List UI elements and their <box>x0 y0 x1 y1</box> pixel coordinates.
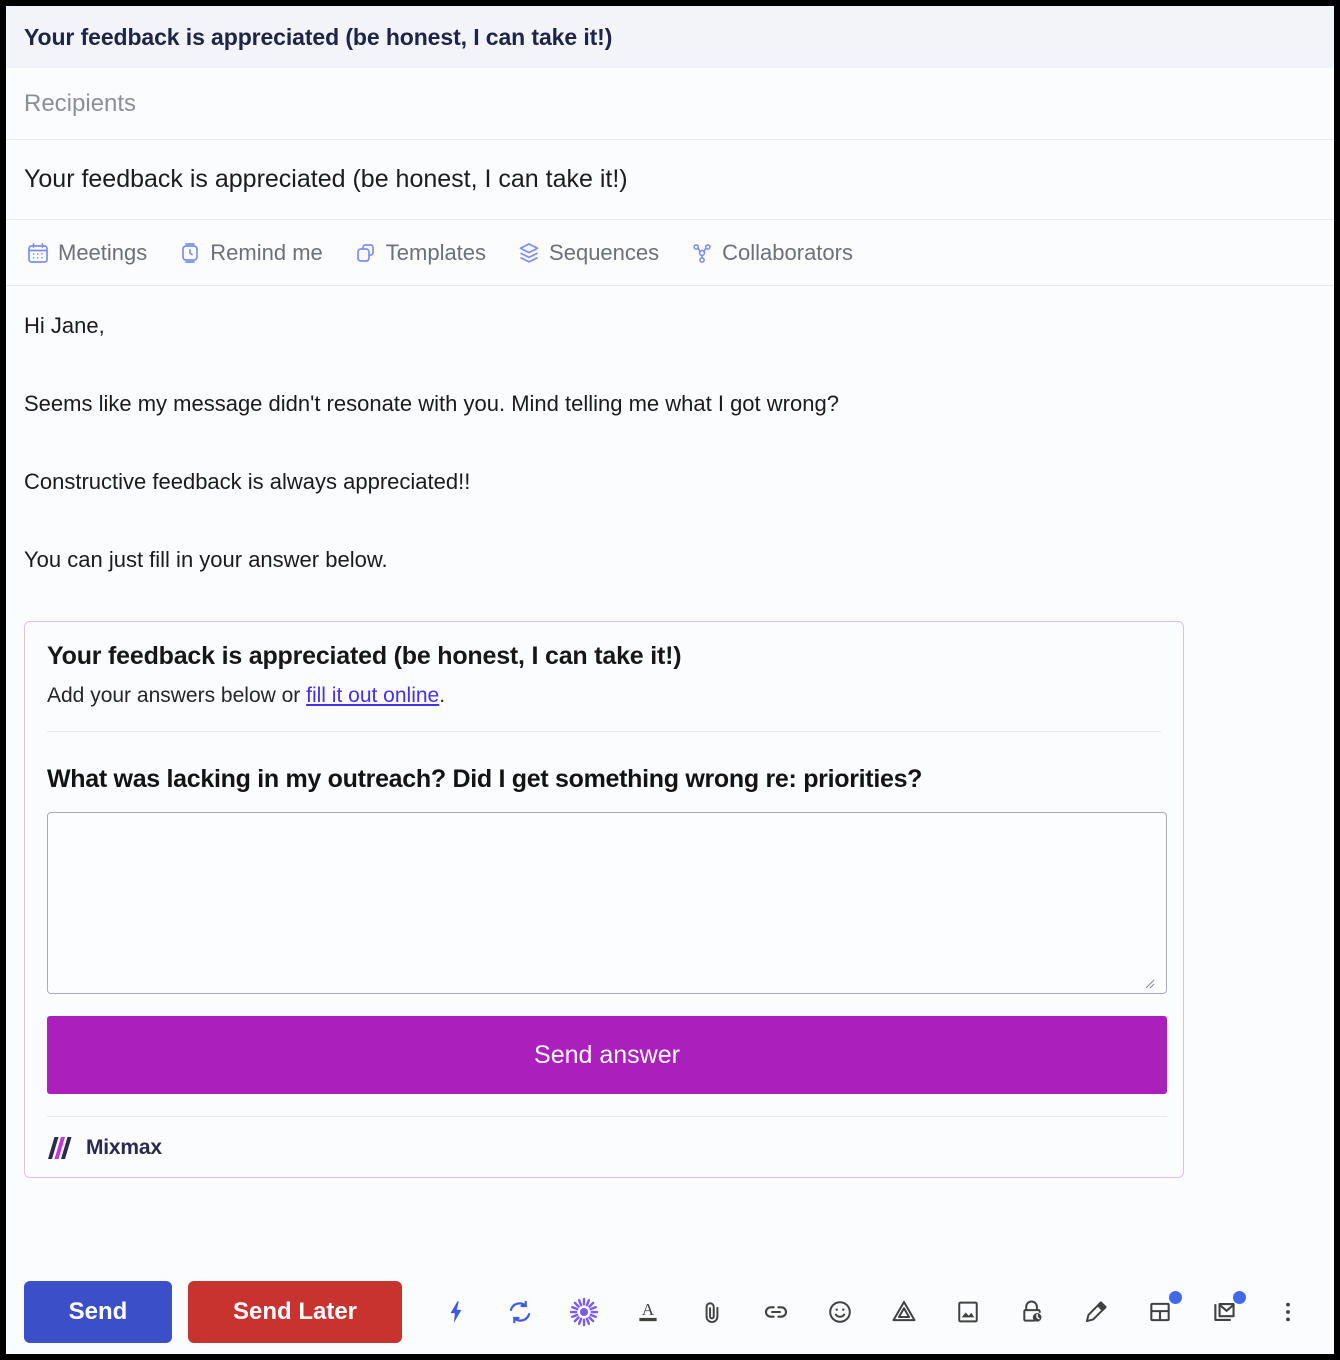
feature-label: Sequences <box>549 239 660 265</box>
mixmax-brand: Mixmax <box>47 1135 1161 1161</box>
notification-badge <box>1169 1291 1182 1304</box>
send-answer-button[interactable]: Send answer <box>47 1016 1167 1094</box>
send-button[interactable]: Send <box>24 1281 172 1343</box>
survey-subtitle: Add your answers below or fill it out on… <box>47 684 1161 708</box>
copy-icon <box>354 241 378 265</box>
survey-title: Your feedback is appreciated (be honest,… <box>47 642 682 670</box>
mixmax-wordmark: Mixmax <box>86 1136 162 1159</box>
feature-label: Meetings <box>58 239 148 265</box>
survey-footer-divider <box>47 1116 1167 1117</box>
feature-item-sequences[interactable]: Sequences <box>517 240 659 266</box>
subject-input[interactable]: Your feedback is appreciated (be honest,… <box>24 165 628 194</box>
body-paragraph: Seems like my message didn't resonate wi… <box>24 391 839 416</box>
recipients-input[interactable]: Recipients <box>24 90 136 118</box>
compose-bottom-toolbar: Send Send Later A <box>6 1270 1334 1354</box>
feature-label: Collaborators <box>722 239 853 265</box>
compose-window: Your feedback is appreciated (be honest,… <box>6 6 1334 1354</box>
recipients-row[interactable]: Recipients <box>6 68 1334 140</box>
mixmax-logo-icon <box>48 1137 72 1159</box>
feature-item-collaborators[interactable]: Collaborators <box>690 240 853 266</box>
mail-track-icon[interactable] <box>1192 1281 1256 1343</box>
feature-item-meetings[interactable]: Meetings <box>26 240 147 266</box>
emoji-icon[interactable] <box>808 1281 872 1343</box>
lock-clock-icon[interactable] <box>1000 1281 1064 1343</box>
layers-icon <box>517 241 541 265</box>
feature-item-templates[interactable]: Templates <box>354 240 486 266</box>
page-title: Your feedback is appreciated (be honest,… <box>24 23 613 50</box>
feature-item-remind-me[interactable]: Remind me <box>178 239 323 266</box>
subject-row[interactable]: Your feedback is appreciated (be honest,… <box>6 140 1334 220</box>
survey-divider <box>47 731 1161 732</box>
sparkle-icon[interactable] <box>552 1281 616 1343</box>
body-paragraph: Hi Jane, <box>24 313 105 338</box>
marker-pen-icon[interactable] <box>1064 1281 1128 1343</box>
alarm-clock-icon <box>178 241 202 265</box>
notification-badge <box>1233 1291 1246 1304</box>
fill-it-out-online-link[interactable]: fill it out online <box>306 684 439 707</box>
survey-question: What was lacking in my outreach? Did I g… <box>47 765 923 793</box>
lightning-icon[interactable] <box>424 1281 488 1343</box>
text-color-icon[interactable]: A <box>616 1281 680 1343</box>
compose-header: Your feedback is appreciated (be honest,… <box>6 6 1334 68</box>
people-icon <box>690 241 714 265</box>
link-icon[interactable] <box>744 1281 808 1343</box>
image-icon[interactable] <box>936 1281 1000 1343</box>
feature-label: Templates <box>385 239 487 265</box>
more-vertical-icon[interactable] <box>1256 1281 1320 1343</box>
sync-icon[interactable] <box>488 1281 552 1343</box>
mail-body[interactable]: Hi Jane, Seems like my message didn't re… <box>6 286 1334 1270</box>
svg-text:A: A <box>642 1300 655 1319</box>
survey-card: Your feedback is appreciated (be honest,… <box>24 621 1184 1178</box>
calendar-icon <box>26 241 50 265</box>
toolbar-icon-group: A <box>424 1281 1320 1343</box>
feature-toolbar: Meetings Remind me Templates Sequences C… <box>6 220 1334 286</box>
body-paragraph: You can just fill in your answer below. <box>24 547 388 572</box>
paperclip-icon[interactable] <box>680 1281 744 1343</box>
survey-subtitle-period: . <box>439 684 446 707</box>
send-later-button[interactable]: Send Later <box>188 1281 402 1343</box>
answer-textarea[interactable] <box>47 812 1167 994</box>
body-paragraph: Constructive feedback is always apprecia… <box>24 469 471 494</box>
layout-icon[interactable] <box>1128 1281 1192 1343</box>
answer-field-wrap <box>47 812 1167 994</box>
feature-label: Remind me <box>210 239 323 265</box>
survey-subtitle-text: Add your answers below or <box>47 684 307 707</box>
google-drive-icon[interactable] <box>872 1281 936 1343</box>
